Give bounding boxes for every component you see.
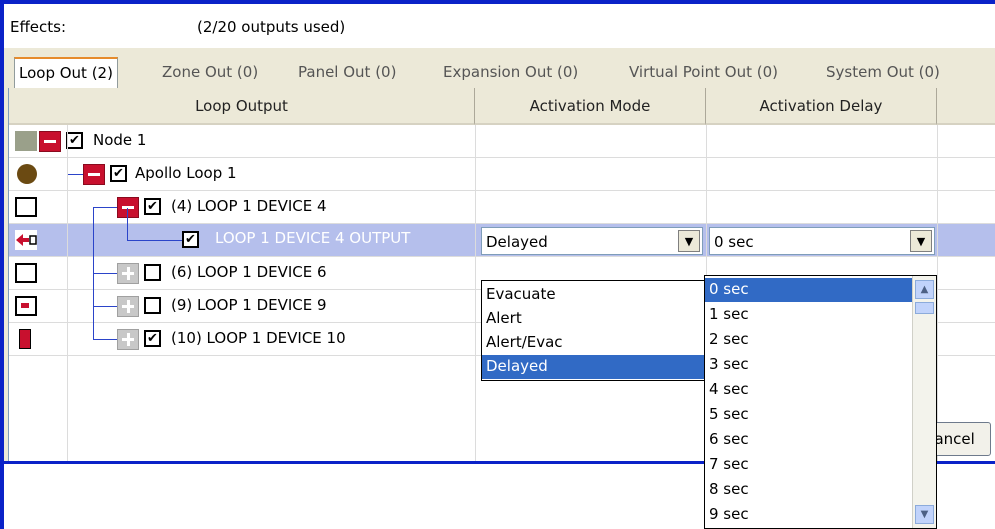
tab-zone-out[interactable]: Zone Out (0) bbox=[158, 61, 262, 85]
node-icon bbox=[15, 131, 37, 151]
activation-delay-option[interactable]: 6 sec bbox=[705, 428, 912, 452]
device-4-checkbox[interactable]: ✔ bbox=[144, 198, 161, 215]
node-checkbox[interactable]: ✔ bbox=[66, 132, 83, 149]
collapse-device-4-button[interactable] bbox=[117, 197, 139, 218]
tab-expansion-out[interactable]: Expansion Out (0) bbox=[439, 61, 582, 85]
tree-line bbox=[93, 306, 117, 307]
activation-delay-dropdown-icon[interactable]: ▼ bbox=[910, 230, 932, 252]
tree-row-device-4[interactable]: ✔ (4) LOOP 1 DEVICE 4 bbox=[9, 191, 995, 224]
outputs-used-count: (2/20 outputs used) bbox=[197, 18, 346, 36]
tree-line bbox=[127, 240, 182, 241]
tab-virtual-point-out[interactable]: Virtual Point Out (0) bbox=[625, 61, 782, 85]
activation-delay-dropdown-list: 0 sec 1 sec 2 sec 3 sec 4 sec 5 sec 6 se… bbox=[704, 275, 937, 529]
activation-delay-option[interactable]: 8 sec bbox=[705, 478, 912, 502]
column-divider bbox=[937, 125, 938, 461]
effects-label: Effects: bbox=[10, 18, 67, 36]
activation-delay-option[interactable]: 9 sec bbox=[705, 503, 912, 527]
loop-checkbox[interactable]: ✔ bbox=[110, 165, 127, 182]
column-header-loop-output[interactable]: Loop Output bbox=[9, 88, 475, 125]
device-icon bbox=[15, 263, 37, 283]
device-9-label: (9) LOOP 1 DEVICE 9 bbox=[171, 296, 327, 314]
loop-label: Apollo Loop 1 bbox=[135, 164, 237, 182]
activation-mode-dropdown-icon[interactable]: ▼ bbox=[678, 230, 700, 252]
activation-mode-option[interactable]: Evacuate bbox=[482, 283, 709, 307]
tree-line bbox=[93, 339, 117, 340]
scroll-thumb[interactable] bbox=[915, 302, 934, 314]
tree-vertical-line bbox=[127, 208, 128, 241]
tree-vertical-line bbox=[93, 208, 94, 340]
activation-delay-option[interactable]: 5 sec bbox=[705, 403, 912, 427]
collapse-loop-button[interactable] bbox=[83, 164, 105, 185]
device-6-checkbox[interactable] bbox=[144, 264, 161, 281]
activation-delay-option[interactable]: 1 sec bbox=[705, 303, 912, 327]
activation-delay-option[interactable]: 4 sec bbox=[705, 378, 912, 402]
node-label: Node 1 bbox=[93, 131, 147, 149]
delay-list-scrollbar[interactable]: ▲ ▼ bbox=[912, 276, 936, 528]
column-header-empty bbox=[937, 88, 995, 125]
device-9-checkbox[interactable] bbox=[144, 297, 161, 314]
activation-mode-option[interactable]: Alert bbox=[482, 307, 709, 331]
activation-mode-option[interactable]: Alert/Evac bbox=[482, 331, 709, 355]
column-header-activation-delay[interactable]: Activation Delay bbox=[706, 88, 937, 125]
device-icon bbox=[15, 197, 37, 217]
tree-line bbox=[93, 273, 117, 274]
device-alarm-icon bbox=[15, 296, 37, 316]
loop-icon bbox=[17, 164, 37, 184]
tab-system-out[interactable]: System Out (0) bbox=[822, 61, 944, 85]
device-4-label: (4) LOOP 1 DEVICE 4 bbox=[171, 197, 327, 215]
activation-mode-combo[interactable]: Delayed ▼ bbox=[481, 227, 703, 255]
device-10-label: (10) LOOP 1 DEVICE 10 bbox=[171, 329, 346, 347]
activation-delay-option-selected[interactable]: 0 sec bbox=[705, 278, 912, 302]
tab-panel-out[interactable]: Panel Out (0) bbox=[294, 61, 400, 85]
collapse-node-button[interactable] bbox=[39, 131, 61, 152]
tree-row-loop[interactable]: ✔ Apollo Loop 1 bbox=[9, 158, 995, 191]
scroll-down-icon[interactable]: ▼ bbox=[915, 505, 934, 524]
device-6-label: (6) LOOP 1 DEVICE 6 bbox=[171, 263, 327, 281]
effects-panel: Effects: (2/20 outputs used) Loop Out (2… bbox=[4, 4, 995, 529]
effects-header: Effects: (2/20 outputs used) bbox=[4, 4, 995, 48]
column-header-activation-mode[interactable]: Activation Mode bbox=[475, 88, 706, 125]
tree-line bbox=[93, 207, 117, 208]
output-arrow-icon bbox=[15, 230, 37, 250]
tree-line bbox=[67, 174, 83, 175]
activation-delay-option[interactable]: 3 sec bbox=[705, 353, 912, 377]
tree-row-node[interactable]: ✔ Node 1 bbox=[9, 125, 995, 158]
device-4-output-checkbox[interactable]: ✔ bbox=[182, 231, 199, 248]
scroll-up-icon[interactable]: ▲ bbox=[915, 280, 934, 299]
activation-mode-value: Delayed bbox=[486, 233, 548, 251]
output-tabs: Loop Out (2) Zone Out (0) Panel Out (0) … bbox=[4, 48, 995, 88]
activation-mode-dropdown-list: Evacuate Alert Alert/Evac Delayed bbox=[481, 280, 710, 381]
expand-device-6-button[interactable] bbox=[117, 263, 139, 284]
tree-vertical-line bbox=[67, 125, 68, 461]
expand-device-9-button[interactable] bbox=[117, 296, 139, 317]
activation-mode-option-selected[interactable]: Delayed bbox=[482, 355, 709, 379]
device-4-output-label: LOOP 1 DEVICE 4 OUTPUT bbox=[215, 229, 411, 247]
expand-device-10-button[interactable] bbox=[117, 329, 139, 350]
sounder-icon bbox=[19, 329, 31, 349]
activation-delay-option[interactable]: 7 sec bbox=[705, 453, 912, 477]
activation-delay-option[interactable]: 2 sec bbox=[705, 328, 912, 352]
tab-loop-out[interactable]: Loop Out (2) bbox=[14, 57, 118, 88]
device-10-checkbox[interactable]: ✔ bbox=[144, 330, 161, 347]
column-divider bbox=[475, 125, 476, 461]
activation-delay-value: 0 sec bbox=[714, 233, 754, 251]
activation-delay-combo[interactable]: 0 sec ▼ bbox=[709, 227, 935, 255]
